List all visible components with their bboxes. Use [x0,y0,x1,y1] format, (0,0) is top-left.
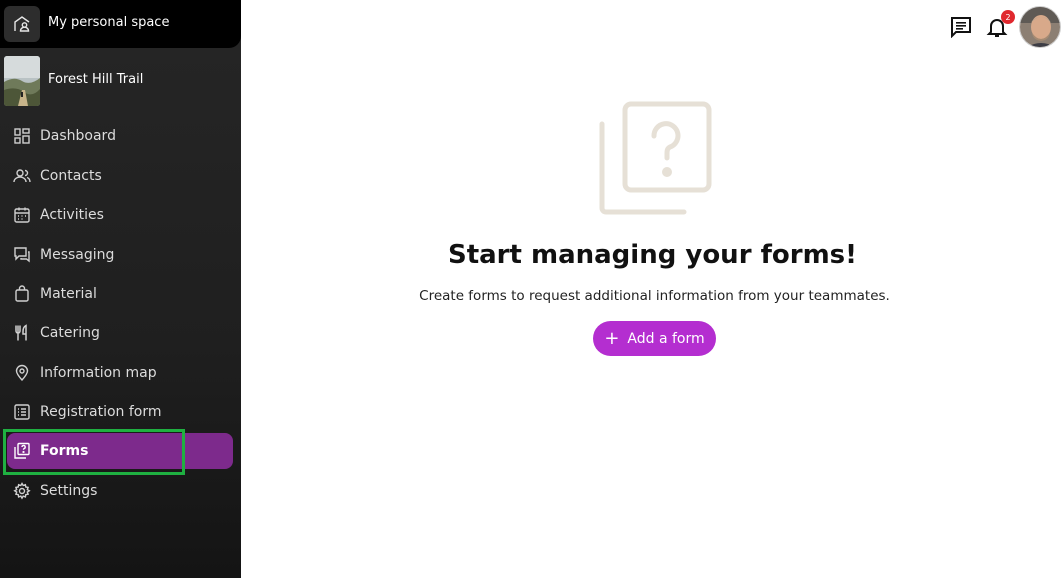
sidebar-item-label: Material [40,286,97,302]
sidebar-item-label: Forms [40,443,89,459]
add-form-button[interactable]: + Add a form [593,321,716,356]
bag-icon [12,284,32,304]
sidebar-item-contacts[interactable]: Contacts [0,158,241,194]
sidebar-item-label: Dashboard [40,128,116,144]
sidebar-item-label: Activities [40,207,104,223]
chat-icon[interactable] [948,14,974,40]
sidebar-item-label: Information map [40,365,157,381]
plus-icon: + [604,327,620,349]
sidebar-item-settings[interactable]: Settings [0,473,241,509]
add-form-label: Add a form [627,330,705,347]
map-pin-icon [12,363,32,383]
contacts-icon [12,166,32,186]
sidebar-item-messaging[interactable]: Messaging [0,237,241,273]
sidebar-item-label: Catering [40,325,100,341]
calendar-icon [12,205,32,225]
event-thumbnail[interactable] [4,56,40,106]
sidebar-item-catering[interactable]: Catering [0,315,241,351]
forms-empty-illustration-icon [597,100,713,216]
sidebar-item-label: Registration form [40,404,162,420]
list-icon [12,402,32,422]
sidebar-item-material[interactable]: Material [0,276,241,312]
home-user-icon [4,6,40,42]
avatar[interactable] [1019,6,1061,48]
event-name: Forest Hill Trail [48,72,144,87]
empty-state-description: Create forms to request additional infor… [419,288,890,304]
sidebar-item-dashboard[interactable]: Dashboard [0,118,241,154]
gear-icon [12,481,32,501]
sidebar-item-activities[interactable]: Activities [0,197,241,233]
space-switcher[interactable]: My personal space [0,0,241,48]
sidebar-item-label: Contacts [40,168,102,184]
sidebar-item-registration-form[interactable]: Registration form [0,394,241,430]
fork-knife-icon [12,323,32,343]
forms-icon [12,441,32,461]
dashboard-icon [12,126,32,146]
sidebar-item-label: Messaging [40,247,115,263]
sidebar-item-label: Settings [40,483,98,499]
space-label: My personal space [48,15,170,30]
sidebar: My personal space Forest Hill Trail Dash… [0,0,241,578]
messaging-icon [12,245,32,265]
sidebar-item-information-map[interactable]: Information map [0,355,241,391]
empty-state-title: Start managing your forms! [447,240,857,270]
notification-badge: 2 [1001,10,1015,24]
sidebar-item-forms[interactable]: Forms [0,433,241,469]
